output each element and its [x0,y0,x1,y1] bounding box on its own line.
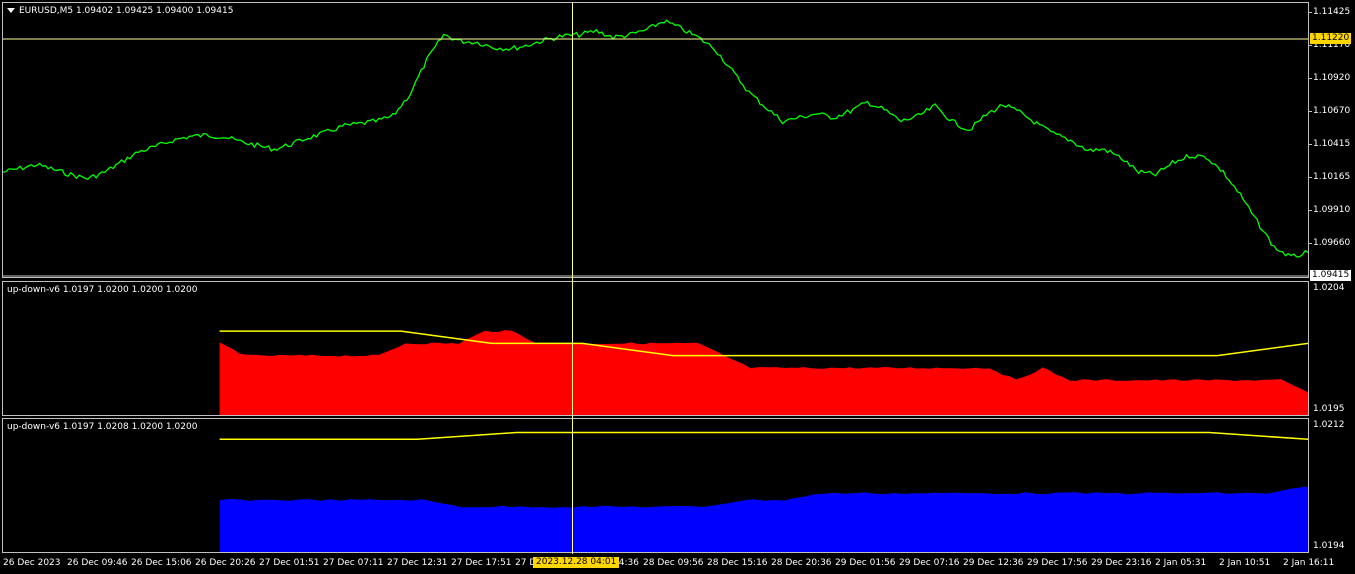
time-label: 28 Dec 09:56 [643,558,704,568]
yellow-signal-line [219,431,1308,441]
time-label: 26 Dec 15:06 [131,558,192,568]
price-tick-label: 1.11425 [1313,7,1351,17]
current-price-box: 1.09415 [1310,270,1352,281]
time-label: 27 Dec 17:51 [451,558,512,568]
price-tick [1309,177,1312,178]
price-tick-label: 1.10415 [1313,139,1351,149]
chevron-down-icon[interactable] [7,8,15,13]
price-tick [1309,144,1312,145]
indicator-pane-1[interactable]: up-down-v6 1.0197 1.0200 1.0200 1.0200 [2,281,1309,416]
price-tick-label: 1.10670 [1313,106,1351,116]
main-price-pane[interactable]: EURUSD,M5 1.09402 1.09425 1.09400 1.0941… [2,2,1309,278]
price-tick [1309,78,1312,79]
indicator-pane-2[interactable]: up-down-v6 1.0197 1.0208 1.0200 1.0200 [2,418,1309,553]
time-label: 26 Dec 20:26 [195,558,256,568]
yellow-signal-line [219,330,1308,357]
price-tick [1309,12,1312,13]
time-label: 27 Dec 01:51 [259,558,320,568]
crosshair-time-box: 2023.12.28 04:01 [533,557,620,568]
price-tick [1309,45,1312,46]
price-tick-label: 1.10920 [1313,73,1351,83]
indicator-2-scale-bottom: 1.0194 [1313,541,1345,551]
time-label: 29 Dec 01:56 [835,558,896,568]
red-histogram-area [219,330,1308,415]
symbol-title-text: EURUSD,M5 1.09402 1.09425 1.09400 1.0941… [19,6,234,16]
time-label: 29 Dec 07:16 [899,558,960,568]
time-label: 2 Jan 05:31 [1155,558,1207,568]
time-label: 26 Dec 2023 [3,558,61,568]
time-label: 27 Dec 07:11 [323,558,384,568]
time-label: 26 Dec 09:46 [67,558,128,568]
time-label: 29 Dec 12:36 [963,558,1024,568]
crosshair-price-box: 1.11220 [1310,33,1352,44]
time-label: 2 Jan 10:51 [1219,558,1271,568]
indicator-1-scale-bottom: 1.0195 [1313,404,1345,414]
price-tick [1309,243,1312,244]
indicator-2-title: up-down-v6 1.0197 1.0208 1.0200 1.0200 [7,422,198,432]
indicator-2-scale-top: 1.0212 [1313,420,1345,430]
indicator-1-chart[interactable] [3,282,1309,416]
price-tick [1309,210,1312,211]
indicator-1-scale-top: 1.0204 [1313,283,1345,293]
price-line [3,19,1308,258]
price-tick-label: 1.09660 [1313,238,1351,248]
blue-histogram-area [219,486,1308,552]
time-label: 29 Dec 17:56 [1027,558,1088,568]
time-label: 28 Dec 15:16 [707,558,768,568]
time-label: 2 Jan 16:11 [1283,558,1335,568]
time-label: 29 Dec 23:16 [1091,558,1152,568]
symbol-title: EURUSD,M5 1.09402 1.09425 1.09400 1.0941… [7,6,233,16]
time-label: 27 Dec 12:31 [387,558,448,568]
price-chart[interactable] [3,3,1309,278]
indicator-1-title: up-down-v6 1.0197 1.0200 1.0200 1.0200 [7,285,198,295]
indicator-2-chart[interactable] [3,419,1309,553]
price-tick [1309,111,1312,112]
time-label: 28 Dec 20:36 [771,558,832,568]
price-tick-label: 1.09910 [1313,205,1351,215]
crosshair-vertical [572,2,573,554]
price-tick-label: 1.10165 [1313,172,1351,182]
